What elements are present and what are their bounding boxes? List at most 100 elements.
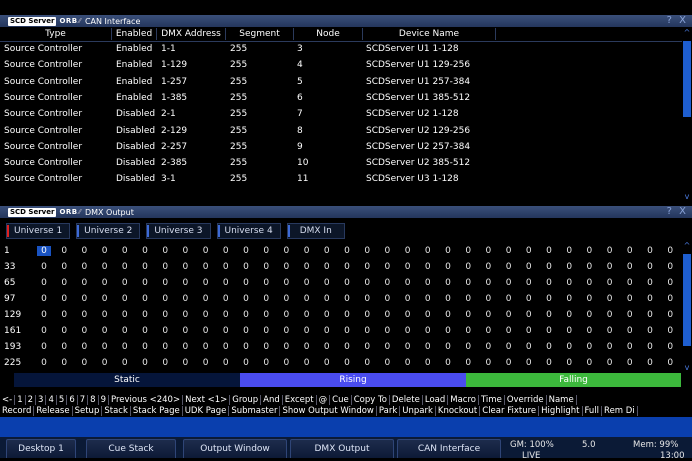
dmx-channel-cell[interactable]: 0 <box>219 358 233 368</box>
dmx-channel-cell[interactable]: 0 <box>502 358 516 368</box>
dmx-channel-cell[interactable]: 0 <box>421 342 435 352</box>
command-key[interactable]: And <box>261 395 283 405</box>
dmx-channel-cell[interactable]: 0 <box>178 326 192 336</box>
dmx-channel-cell[interactable]: 0 <box>623 358 637 368</box>
dmx-channel-cell[interactable]: 0 <box>138 326 152 336</box>
command-key[interactable]: Load <box>422 395 449 405</box>
dmx-channel-cell[interactable]: 0 <box>582 326 596 336</box>
dmx-channel-cell[interactable]: 0 <box>37 278 51 288</box>
dmx-channel-cell[interactable]: 0 <box>421 246 435 256</box>
dmx-channel-cell[interactable]: 0 <box>239 326 253 336</box>
dmx-channel-cell[interactable]: 0 <box>77 326 91 336</box>
dmx-channel-cell[interactable]: 0 <box>37 294 51 304</box>
dmx-channel-cell[interactable]: 0 <box>401 326 415 336</box>
dmx-channel-cell[interactable]: 0 <box>562 310 576 320</box>
scroll-down-icon[interactable]: v <box>683 193 691 201</box>
dmx-channel-cell[interactable]: 0 <box>421 278 435 288</box>
dmx-channel-cell[interactable]: 0 <box>582 310 596 320</box>
dmx-channel-cell[interactable]: 0 <box>320 294 334 304</box>
command-key[interactable]: 2 <box>25 395 37 405</box>
dmx-channel-cell[interactable]: 0 <box>461 358 475 368</box>
dmx-channel-cell[interactable]: 0 <box>401 262 415 272</box>
dmx-channel-cell[interactable]: 0 <box>259 262 273 272</box>
dmx-channel-cell[interactable]: 0 <box>562 246 576 256</box>
dmx-channel-cell[interactable]: 0 <box>279 342 293 352</box>
dmx-channel-cell[interactable]: 0 <box>199 342 213 352</box>
dmx-channel-cell[interactable]: 0 <box>441 278 455 288</box>
can-table-row[interactable]: Source Controller Enabled 1-1 255 3 SCDServer… <box>0 41 680 57</box>
dmx-channel-cell[interactable]: 0 <box>340 262 354 272</box>
command-key[interactable]: Release <box>34 406 73 416</box>
dmx-channel-cell[interactable]: 0 <box>663 342 677 352</box>
dmx-channel-cell[interactable]: 0 <box>279 294 293 304</box>
command-line-input[interactable] <box>0 417 692 437</box>
dmx-channel-cell[interactable]: 0 <box>663 246 677 256</box>
dmx-channel-cell[interactable]: 0 <box>279 358 293 368</box>
dmx-channel-cell[interactable]: 0 <box>37 342 51 352</box>
command-key[interactable]: 1 <box>15 395 26 405</box>
dmx-channel-cell[interactable]: 0 <box>118 358 132 368</box>
command-key[interactable]: 8 <box>88 395 99 405</box>
dmx-channel-cell[interactable]: 0 <box>98 278 112 288</box>
dmx-channel-cell[interactable]: 0 <box>562 294 576 304</box>
dmx-channel-cell[interactable]: 0 <box>300 310 314 320</box>
can-table-row[interactable]: Source Controller Disabled 2-257 255 9 SCDSer… <box>0 139 680 155</box>
dmx-channel-cell[interactable]: 0 <box>98 294 112 304</box>
dmx-channel-cell[interactable]: 0 <box>522 278 536 288</box>
dmx-channel-cell[interactable]: 0 <box>522 246 536 256</box>
dmx-channel-cell[interactable]: 0 <box>360 246 374 256</box>
dmx-channel-cell[interactable]: 0 <box>623 294 637 304</box>
dmx-channel-cell[interactable]: 0 <box>138 278 152 288</box>
dmx-channel-cell[interactable]: 0 <box>401 358 415 368</box>
scroll-thumb[interactable] <box>683 41 691 117</box>
can-table-row[interactable]: Source Controller Enabled 1-385 255 6 SCDServ… <box>0 90 680 106</box>
command-key[interactable]: Knockout <box>435 406 481 416</box>
dmx-channel-cell[interactable]: 0 <box>522 262 536 272</box>
dmx-channel-cell[interactable]: 0 <box>259 278 273 288</box>
dmx-channel-cell[interactable]: 0 <box>178 278 192 288</box>
dmx-channel-cell[interactable]: 0 <box>219 326 233 336</box>
dmx-channel-cell[interactable]: 0 <box>57 326 71 336</box>
dmx-channel-cell[interactable]: 0 <box>199 358 213 368</box>
dmx-channel-cell[interactable]: 0 <box>320 262 334 272</box>
dmx-channel-cell[interactable]: 0 <box>57 262 71 272</box>
dmx-channel-cell[interactable]: 0 <box>380 358 394 368</box>
dmx-channel-cell[interactable]: 0 <box>582 278 596 288</box>
dmx-channel-cell[interactable]: 0 <box>219 310 233 320</box>
dmx-channel-cell[interactable]: 0 <box>582 358 596 368</box>
dmx-channel-cell[interactable]: 0 <box>300 262 314 272</box>
dmx-channel-cell[interactable]: 0 <box>623 310 637 320</box>
dmx-channel-cell[interactable]: 0 <box>562 262 576 272</box>
dmx-channel-cell[interactable]: 0 <box>178 342 192 352</box>
dmx-channel-cell[interactable]: 0 <box>360 294 374 304</box>
dmx-channel-cell[interactable]: 0 <box>380 342 394 352</box>
command-key[interactable]: Next <1> <box>183 395 231 405</box>
dmx-channel-cell[interactable]: 0 <box>279 246 293 256</box>
dmx-channel-cell[interactable]: 0 <box>441 262 455 272</box>
dmx-channel-cell[interactable]: 0 <box>360 326 374 336</box>
dmx-channel-cell[interactable]: 0 <box>300 342 314 352</box>
command-key[interactable]: Highlight <box>539 406 583 416</box>
dmx-channel-cell[interactable]: 0 <box>138 342 152 352</box>
scroll-up-icon[interactable]: ^ <box>683 242 691 250</box>
dmx-channel-cell[interactable]: 0 <box>98 262 112 272</box>
command-key[interactable]: Rem Di <box>602 406 638 416</box>
dmx-channel-cell[interactable]: 0 <box>603 342 617 352</box>
dmx-channel-cell[interactable]: 0 <box>138 246 152 256</box>
dmx-channel-cell[interactable]: 0 <box>138 310 152 320</box>
command-key[interactable]: Time <box>479 395 505 405</box>
tab-universe-2[interactable]: Universe 2 <box>76 223 141 239</box>
dmx-channel-cell[interactable]: 0 <box>158 246 172 256</box>
col-dmx-address[interactable]: DMX Address <box>157 28 226 40</box>
dmx-channel-cell[interactable]: 0 <box>37 326 51 336</box>
dmx-channel-cell[interactable]: 0 <box>98 358 112 368</box>
dmx-channel-cell[interactable]: 0 <box>340 342 354 352</box>
dmx-channel-cell[interactable]: 0 <box>421 358 435 368</box>
dmx-channel-cell[interactable]: 0 <box>623 262 637 272</box>
dmx-channel-cell[interactable]: 0 <box>380 246 394 256</box>
col-device-name[interactable]: Device Name <box>363 28 496 40</box>
dmx-channel-cell[interactable]: 0 <box>542 278 556 288</box>
dmx-channel-cell[interactable]: 0 <box>542 358 556 368</box>
dmx-channel-cell[interactable]: 0 <box>219 294 233 304</box>
dmx-channel-cell[interactable]: 0 <box>401 294 415 304</box>
